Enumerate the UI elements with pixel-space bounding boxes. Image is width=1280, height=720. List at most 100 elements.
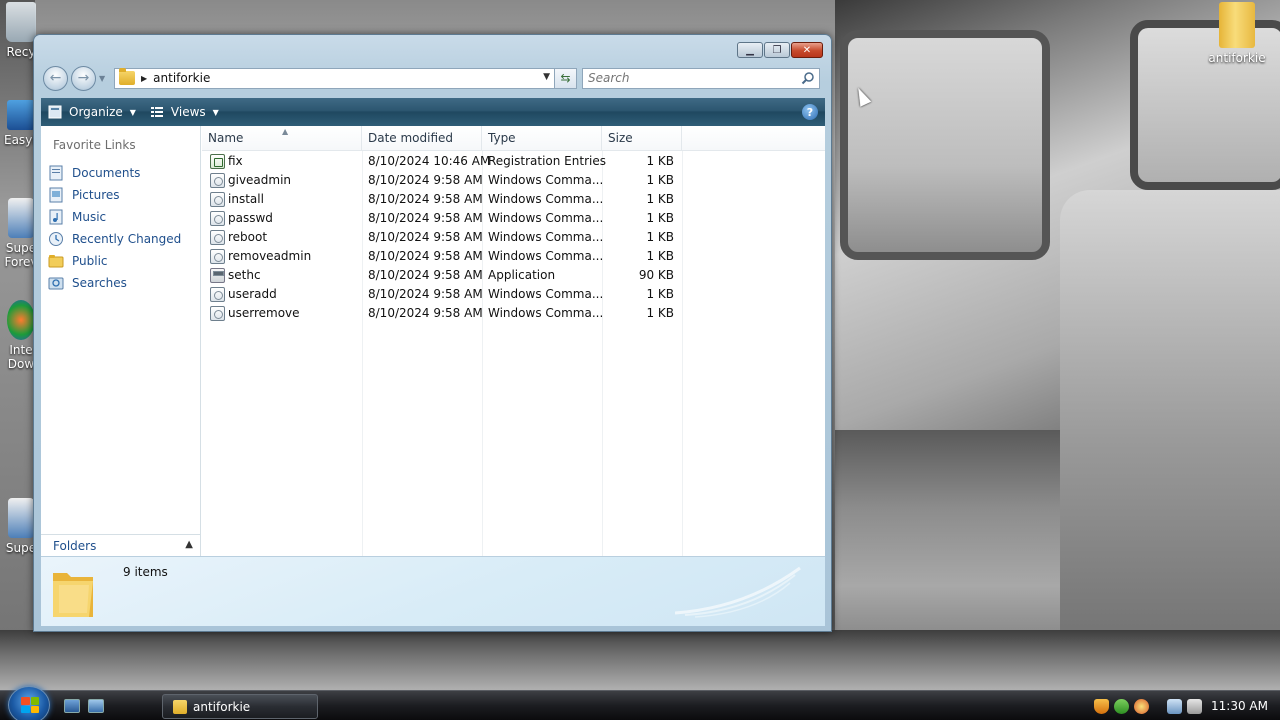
favorite-link-documents[interactable]: Documents [48, 162, 181, 184]
show-desktop-icon[interactable] [64, 699, 80, 713]
file-name: removeadmin [228, 249, 312, 263]
column-header-label: Type [488, 131, 516, 145]
views-label: Views [170, 105, 206, 119]
desktop-icon-antiforkie[interactable]: antiforkie [1206, 2, 1268, 65]
address-row: ← → ▼ ▶ antiforkie ▼ ⇆ [43, 65, 823, 91]
column-divider [682, 151, 683, 556]
favorite-link-pictures[interactable]: Pictures [48, 184, 181, 206]
file-row[interactable]: passwd 8/10/2024 9:58 AM Windows Comma... 1… [202, 209, 682, 228]
organize-icon [48, 105, 62, 119]
back-button[interactable]: ← [43, 65, 68, 91]
favorite-link-label: Documents [72, 166, 141, 180]
maximize-icon: ❐ [772, 44, 782, 56]
column-header-date-modified[interactable]: Date modified [362, 126, 482, 151]
search-icon[interactable] [801, 71, 815, 85]
file-type: Windows Comma... [488, 287, 604, 301]
column-header-type[interactable]: Type [482, 126, 602, 151]
file-size: 1 KB [646, 192, 674, 206]
favorite-links-list: Documents Pictures Music Recently Change… [48, 162, 181, 294]
favorite-link-label: Recently Changed [72, 232, 182, 246]
file-row[interactable]: install 8/10/2024 9:58 AM Windows Comma...… [202, 190, 682, 209]
column-header-size[interactable]: Size [602, 126, 682, 151]
favorite-link-music[interactable]: Music [48, 206, 181, 228]
breadcrumb-current[interactable]: antiforkie [153, 71, 210, 85]
file-row[interactable]: reboot 8/10/2024 9:58 AM Windows Comma... 1… [202, 228, 682, 247]
file-row[interactable]: sethc 8/10/2024 9:58 AM Application 90 KB [202, 266, 682, 285]
favorite-link-recently-changed[interactable]: Recently Changed [48, 228, 181, 250]
close-button[interactable]: ✕ [791, 42, 823, 58]
minimize-button[interactable]: ▁ [737, 42, 763, 58]
folder-icon [119, 68, 135, 85]
search-input[interactable] [583, 68, 793, 88]
music-icon [49, 209, 63, 225]
file-row[interactable]: removeadmin 8/10/2024 9:58 AM Windows Comm… [202, 247, 682, 266]
breadcrumb-arrow-icon[interactable]: ▶ [141, 74, 147, 83]
clock[interactable]: 11:30 AM [1211, 699, 1268, 713]
file-date-modified: 8/10/2024 9:58 AM [368, 287, 483, 301]
favorite-link-label: Public [72, 254, 108, 268]
explorer-window[interactable]: ▁ ❐ ✕ ← → ▼ ▶ antiforkie ▼ ⇆ Organize ▼ [33, 34, 832, 632]
file-size: 1 KB [646, 287, 674, 301]
desktop-train-window-left [840, 30, 1050, 260]
public-folder-icon [48, 255, 64, 268]
registry-file-icon [210, 154, 225, 169]
security-shield-icon[interactable] [1094, 698, 1110, 714]
maximize-button[interactable]: ❐ [764, 42, 790, 58]
search-box[interactable] [582, 67, 820, 89]
file-row[interactable]: giveadmin 8/10/2024 9:58 AM Windows Comma.… [202, 171, 682, 190]
chevron-down-icon: ▼ [99, 73, 106, 83]
views-button[interactable]: Views ▼ [143, 98, 226, 126]
super-icon [8, 498, 34, 538]
windows-logo-icon [21, 697, 39, 713]
update-check-icon[interactable] [1114, 698, 1130, 714]
column-header-name[interactable]: ▲ Name [202, 126, 362, 151]
help-icon[interactable]: ? [802, 104, 818, 120]
file-row[interactable]: useradd 8/10/2024 9:58 AM Windows Comma...… [202, 285, 682, 304]
file-row[interactable]: fix 8/10/2024 10:46 AM Registration Entrie… [202, 152, 682, 171]
file-size: 1 KB [646, 211, 674, 225]
file-name: fix [228, 154, 243, 168]
recently-changed-icon [49, 232, 63, 246]
desktop-floor [0, 630, 1280, 690]
chevron-up-icon: ▲ [185, 539, 193, 550]
file-size: 1 KB [646, 173, 674, 187]
file-name: userremove [228, 306, 300, 320]
column-header-label: Name [208, 131, 244, 145]
switch-windows-icon[interactable] [88, 699, 104, 713]
favorite-link-searches[interactable]: Searches [48, 272, 181, 294]
recent-pages-dropdown[interactable]: ▼ [99, 74, 109, 83]
folders-toggle[interactable]: Folders ▲ [41, 534, 201, 556]
file-type: Windows Comma... [488, 249, 604, 263]
forward-arrow-icon: → [77, 70, 90, 86]
file-type: Windows Comma... [488, 173, 604, 187]
start-button[interactable] [8, 686, 50, 720]
refresh-icon: ⇆ [560, 71, 571, 85]
forward-button[interactable]: → [71, 65, 96, 91]
refresh-button[interactable]: ⇆ [555, 67, 577, 89]
taskbar-button-antiforkie[interactable]: antiforkie [162, 694, 318, 719]
file-date-modified: 8/10/2024 9:58 AM [368, 192, 483, 206]
caption-buttons: ▁ ❐ ✕ [737, 42, 823, 58]
favorite-links-title: Favorite Links [53, 138, 136, 152]
tray-spacer [1154, 699, 1162, 714]
app-tray-icon[interactable] [1134, 698, 1150, 714]
taskbar: antiforkie 11:30 AM [0, 686, 1280, 720]
command-toolbar: Organize ▼ Views ▼ ? [41, 98, 825, 126]
favorite-link-public[interactable]: Public [48, 250, 181, 272]
file-name: reboot [228, 230, 268, 244]
details-pane: 9 items [41, 556, 825, 626]
batch-file-icon [210, 211, 225, 226]
batch-file-icon [210, 173, 225, 188]
organize-button[interactable]: Organize ▼ [41, 98, 143, 126]
volume-muted-icon[interactable] [1187, 698, 1203, 714]
chevron-down-icon: ▼ [212, 107, 219, 117]
address-bar[interactable]: ▶ antiforkie ▼ [114, 67, 555, 89]
application-icon [210, 268, 225, 283]
file-type: Windows Comma... [488, 230, 604, 244]
folder-icon [1219, 2, 1255, 48]
column-header-label: Size [608, 131, 633, 145]
file-row[interactable]: userremove 8/10/2024 9:58 AM Windows Comma… [202, 304, 682, 323]
address-dropdown-icon[interactable]: ▼ [543, 72, 550, 82]
network-icon[interactable] [1167, 698, 1183, 714]
file-size: 1 KB [646, 230, 674, 244]
